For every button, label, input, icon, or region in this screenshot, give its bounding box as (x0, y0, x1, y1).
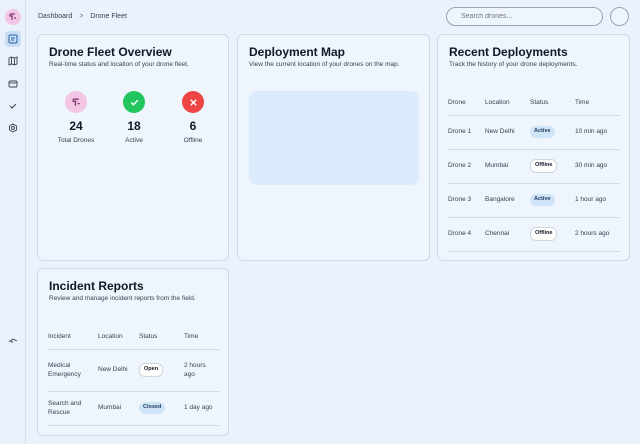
card-subtitle: Review and manage incident reports from … (49, 295, 196, 302)
card-subtitle: View the current location of your drones… (249, 61, 400, 68)
stat-label: Total Drones (57, 137, 95, 144)
cell-location: Mumbai (485, 149, 530, 184)
stat-label: Active (125, 137, 143, 144)
status-badge: Closed (139, 402, 166, 414)
card-title: Recent Deployments (449, 45, 568, 59)
cell-location: Mumbai (98, 391, 139, 426)
breadcrumb: Dashboard > Drone Fleet (38, 13, 127, 20)
stat-value: 6 (189, 119, 197, 133)
deployment-map-card: Deployment Map View the current location… (237, 34, 430, 261)
deployments-table: Drone Location Status Time Drone 1 New D… (448, 91, 620, 252)
cell-drone: Drone 4 (448, 217, 485, 252)
settings-icon[interactable] (5, 120, 21, 136)
cell-status: Active (530, 115, 575, 150)
incidents-table: Incident Location Status Time Medical Em… (48, 325, 220, 426)
cell-time: 30 min ago (575, 149, 620, 184)
column-header: Time (575, 91, 620, 116)
card-subtitle: Real-time status and location of your dr… (49, 61, 189, 68)
breadcrumb-root[interactable]: Dashboard (38, 13, 72, 20)
card-title: Drone Fleet Overview (49, 45, 172, 59)
status-badge: Offline (530, 227, 558, 241)
column-header: Location (485, 91, 530, 116)
check-icon[interactable] (5, 98, 21, 114)
cell-location: New Delhi (98, 349, 139, 392)
table-header: Incident Location Status Time (48, 325, 220, 350)
sidebar (0, 0, 26, 444)
x-icon (182, 91, 204, 113)
card-subtitle: Track the history of your drone deployme… (449, 61, 578, 68)
cell-time: 2 hours ago (184, 349, 220, 392)
table-row[interactable]: Medical Emergency New Delhi Open 2 hours… (48, 349, 220, 392)
cell-location: Chennai (485, 217, 530, 252)
card-title: Incident Reports (49, 279, 144, 293)
cell-drone: Drone 2 (448, 149, 485, 184)
table-row[interactable]: Drone 1 New Delhi Active 10 min ago (448, 115, 620, 150)
cell-incident: Medical Emergency (48, 349, 98, 392)
drone-logo-icon[interactable] (5, 9, 21, 25)
stat-active: 18 Active (104, 91, 164, 144)
stat-value: 18 (127, 119, 141, 133)
status-badge: Active (530, 194, 555, 206)
drone-icon[interactable] (5, 333, 21, 349)
stat-value: 24 (69, 119, 83, 133)
recent-deployments-card: Recent Deployments Track the history of … (437, 34, 630, 261)
credit-card-icon[interactable] (5, 76, 21, 92)
column-header: Status (530, 91, 575, 116)
column-header: Status (139, 325, 184, 350)
avatar[interactable] (610, 7, 629, 26)
column-header: Incident (48, 325, 98, 350)
map-area[interactable] (249, 91, 419, 185)
card-title: Deployment Map (249, 45, 346, 59)
column-header: Drone (448, 91, 485, 116)
cell-status: Closed (139, 391, 184, 426)
breadcrumb-separator: > (79, 13, 84, 20)
dashboard-icon[interactable] (5, 31, 21, 47)
breadcrumb-current: Drone Fleet (90, 13, 127, 20)
cell-drone: Drone 1 (448, 115, 485, 150)
cell-location: New Delhi (485, 115, 530, 150)
incident-reports-card: Incident Reports Review and manage incid… (37, 268, 229, 436)
cell-location: Bangalore (485, 183, 530, 218)
status-badge: Active (530, 126, 555, 138)
table-row[interactable]: Drone 4 Chennai Offline 2 hours ago (448, 217, 620, 252)
table-header: Drone Location Status Time (448, 91, 620, 116)
fleet-overview-card: Drone Fleet Overview Real-time status an… (37, 34, 229, 261)
cell-status: Offline (530, 217, 575, 252)
stat-total-drones: 24 Total Drones (46, 91, 106, 144)
table-row[interactable]: Drone 2 Mumbai Offline 30 min ago (448, 149, 620, 184)
status-badge: Open (139, 363, 164, 377)
search-input[interactable] (446, 7, 603, 26)
cell-incident: Search and Rescue (48, 391, 98, 426)
cell-status: Open (139, 349, 184, 392)
cell-time: 1 day ago (184, 391, 220, 426)
cell-time: 10 min ago (575, 115, 620, 150)
column-header: Location (98, 325, 139, 350)
topbar: Dashboard > Drone Fleet (26, 0, 640, 34)
cell-status: Active (530, 183, 575, 218)
stat-offline: 6 Offline (163, 91, 223, 144)
table-row[interactable]: Search and Rescue Mumbai Closed 1 day ag… (48, 391, 220, 426)
table-row[interactable]: Drone 3 Bangalore Active 1 hour ago (448, 183, 620, 218)
check-icon (123, 91, 145, 113)
map-icon[interactable] (5, 53, 21, 69)
stat-label: Offline (183, 137, 203, 144)
drone-icon (65, 91, 87, 113)
cell-time: 2 hours ago (575, 217, 620, 252)
cell-drone: Drone 3 (448, 183, 485, 218)
cell-status: Offline (530, 149, 575, 184)
status-badge: Offline (530, 159, 558, 173)
cell-time: 1 hour ago (575, 183, 620, 218)
column-header: Time (184, 325, 220, 350)
